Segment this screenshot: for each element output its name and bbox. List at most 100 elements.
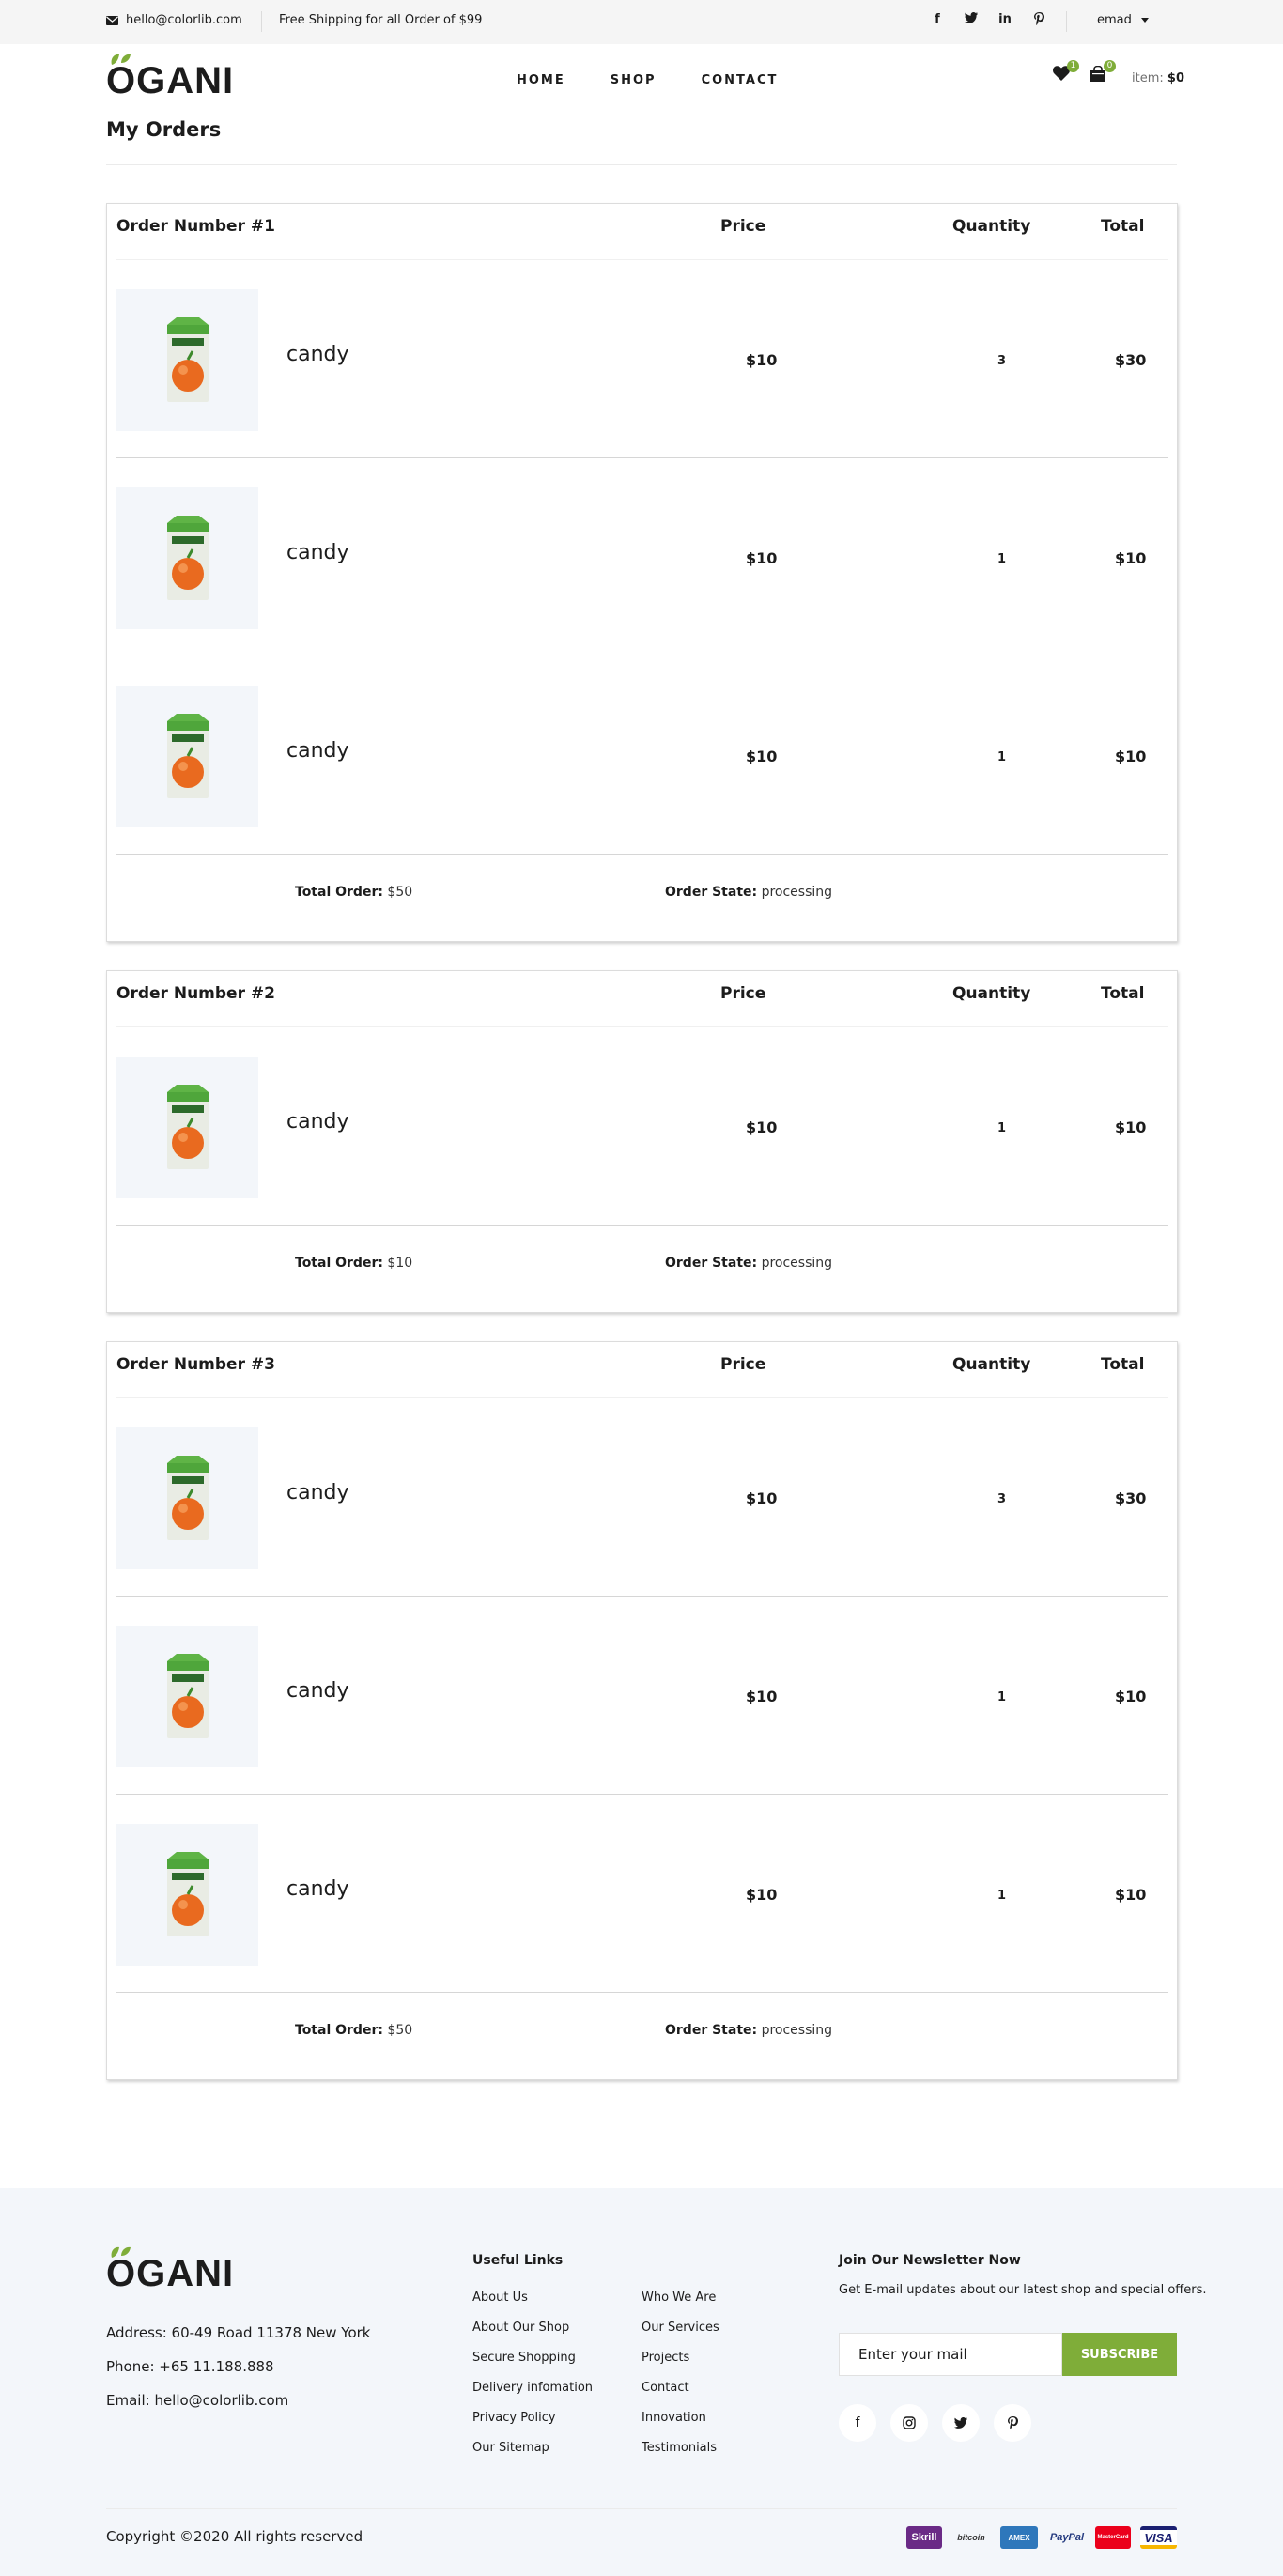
order-title: Order Number #3 (116, 1355, 275, 1374)
caret-down-icon (1141, 18, 1150, 23)
order-total-value: $50 (387, 885, 413, 900)
order-item-row: candy $10 1 $10 (116, 1027, 1168, 1226)
order-total-value: $10 (387, 1256, 413, 1271)
newsletter-email-input[interactable] (839, 2333, 1062, 2376)
newsletter-title: Join Our Newsletter Now (839, 2253, 1021, 2268)
order-state-value: processing (761, 2023, 833, 2038)
topbar-shipping: Free Shipping for all Order of $99 (279, 13, 483, 27)
topbar-social: f in (930, 12, 1046, 29)
nav-home[interactable]: HOME (517, 73, 565, 87)
footer-link[interactable]: Testimonials (642, 2441, 717, 2455)
order-state: Order State: processing (665, 2023, 832, 2038)
item-total: $10 (1115, 1886, 1147, 1904)
product-name[interactable]: candy (286, 1110, 349, 1134)
order-total-value: $50 (387, 2023, 413, 2038)
item-quantity: 1 (997, 552, 1007, 566)
nav-shop[interactable]: SHOP (611, 73, 657, 87)
page-title: My Orders (106, 118, 222, 141)
order-title: Order Number #1 (116, 217, 275, 236)
column-quantity: Quantity (952, 1355, 1031, 1374)
footer-link[interactable]: Our Sitemap (472, 2441, 549, 2455)
product-image[interactable] (116, 1626, 258, 1767)
item-quantity: 3 (997, 354, 1007, 368)
footer-link[interactable]: About Our Shop (472, 2321, 569, 2335)
order-state: Order State: processing (665, 885, 832, 900)
item-quantity: 1 (997, 1690, 1007, 1704)
footer-link[interactable]: Innovation (642, 2411, 706, 2425)
product-name[interactable]: candy (286, 343, 349, 366)
user-name: emad (1097, 13, 1132, 27)
product-image[interactable] (116, 1824, 258, 1966)
footer-link[interactable]: Projects (642, 2351, 689, 2365)
order-card: Order Number #3 Price Quantity Total can… (106, 1341, 1178, 2080)
copyright: Copyright ©2020 All rights reserved (106, 2528, 363, 2545)
nav-contact[interactable]: CONTACT (702, 73, 779, 87)
product-name[interactable]: candy (286, 1481, 349, 1504)
twitter-icon[interactable] (964, 12, 979, 29)
logo-text: OGANI (106, 2253, 235, 2294)
footer-link[interactable]: Contact (642, 2381, 689, 2395)
logo[interactable]: OGANI (106, 54, 234, 102)
item-price: $10 (746, 1489, 778, 1507)
footer-link[interactable]: Privacy Policy (472, 2411, 556, 2425)
facebook-icon[interactable]: f (930, 12, 945, 29)
skrill-icon: Skrill (906, 2526, 942, 2549)
order-state-label: Order State: (665, 1256, 758, 1271)
pinterest-icon[interactable] (1031, 12, 1046, 29)
topbar-email[interactable]: hello@colorlib.com (106, 13, 242, 27)
leaf-icon (111, 2246, 131, 2258)
order-total: Total Order: $50 (295, 2023, 412, 2038)
product-name[interactable]: candy (286, 1679, 349, 1703)
product-image[interactable] (116, 289, 258, 431)
item-quantity: 3 (997, 1492, 1007, 1506)
product-image[interactable] (116, 487, 258, 629)
order-state-label: Order State: (665, 885, 758, 900)
order-state-value: processing (761, 1256, 833, 1271)
cart-total: item: $0 (1132, 71, 1184, 85)
twitter-icon[interactable] (942, 2404, 980, 2442)
item-quantity: 1 (997, 1121, 1007, 1135)
useful-links-title: Useful Links (472, 2253, 564, 2268)
newsletter-description: Get E-mail updates about our latest shop… (839, 2283, 1207, 2297)
cart-count: 0 (1104, 60, 1116, 72)
visa-icon: VISA (1140, 2526, 1177, 2549)
instagram-icon[interactable] (890, 2404, 928, 2442)
column-total: Total (1101, 217, 1145, 236)
user-menu[interactable]: emad (1097, 13, 1150, 27)
item-price: $10 (746, 1886, 778, 1904)
order-item-row: candy $10 1 $10 (116, 1597, 1168, 1795)
linkedin-icon[interactable]: in (997, 12, 1012, 29)
footer-link[interactable]: Secure Shopping (472, 2351, 576, 2365)
column-total: Total (1101, 1355, 1145, 1374)
item-quantity: 1 (997, 750, 1007, 764)
column-price: Price (720, 1355, 766, 1374)
product-name[interactable]: candy (286, 541, 349, 564)
bitcoin-icon: bitcoin (957, 2533, 985, 2542)
column-quantity: Quantity (952, 217, 1031, 236)
subscribe-button[interactable]: SUBSCRIBE (1062, 2333, 1177, 2376)
product-name[interactable]: candy (286, 739, 349, 763)
order-item-row: candy $10 1 $10 (116, 458, 1168, 656)
footer-link[interactable]: About Us (472, 2291, 528, 2305)
pinterest-icon[interactable] (994, 2404, 1031, 2442)
footer-link[interactable]: Delivery infomation (472, 2381, 593, 2395)
footer-link[interactable]: Who We Are (642, 2291, 716, 2305)
item-total: $30 (1115, 351, 1147, 369)
product-image[interactable] (116, 686, 258, 827)
footer-address: Address: 60-49 Road 11378 New York (106, 2324, 371, 2341)
item-price: $10 (746, 549, 778, 567)
product-image[interactable] (116, 1427, 258, 1569)
facebook-icon[interactable]: f (839, 2404, 876, 2442)
product-image[interactable] (116, 1057, 258, 1198)
topbar-email-text: hello@colorlib.com (126, 13, 242, 27)
footer-link[interactable]: Our Services (642, 2321, 719, 2335)
item-total: $10 (1115, 1118, 1147, 1136)
order-item-row: candy $10 1 $10 (116, 1795, 1168, 1993)
divider (106, 164, 1177, 165)
product-name[interactable]: candy (286, 1877, 349, 1901)
order-total-label: Total Order: (295, 885, 383, 900)
cart-amount: $0 (1167, 71, 1184, 85)
cart-button[interactable]: 0 (1090, 60, 1116, 86)
footer-logo[interactable]: OGANI (106, 2246, 235, 2295)
wishlist-button[interactable]: 1 (1053, 60, 1079, 85)
